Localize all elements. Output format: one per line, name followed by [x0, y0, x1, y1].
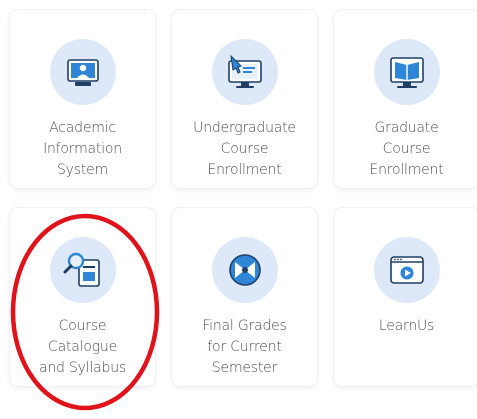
- tile-label-line: Final Grades: [202, 318, 287, 334]
- tile-label-line: Semester: [211, 360, 278, 376]
- tile-label: Course Catalogue and Syllabus: [14, 316, 151, 379]
- grade-circle-icon: [211, 237, 278, 303]
- tile-label-line: Graduate: [374, 120, 439, 136]
- tile-learnus[interactable]: LearnUs: [334, 208, 477, 386]
- tile-academic-information-system[interactable]: Academic Information System: [10, 10, 155, 188]
- tile-undergraduate-course-enrollment[interactable]: Undergraduate Course Enrollment: [172, 10, 317, 188]
- browser-play-icon: [373, 237, 440, 303]
- tile-label-line: LearnUs: [378, 318, 435, 334]
- tile-label-line: and Syllabus: [39, 360, 126, 376]
- tile-label-line: System: [56, 162, 108, 178]
- tile-course-catalogue-and-syllabus[interactable]: Course Catalogue and Syllabus: [10, 208, 155, 386]
- tile-label: Graduate Course Enrollment: [338, 118, 475, 181]
- tile-label-line: Academic: [49, 120, 116, 136]
- tile-label-line: Information: [43, 141, 122, 157]
- tile-label-line: Enrollment: [207, 162, 282, 178]
- tile-label-line: Undergraduate: [193, 120, 296, 136]
- tile-label-line: Enrollment: [369, 162, 444, 178]
- tile-label: LearnUs: [338, 316, 475, 337]
- tile-label-line: for Current: [207, 339, 282, 355]
- tile-label-line: Course: [58, 318, 107, 334]
- search-document-icon: [49, 237, 116, 303]
- tile-label-line: Course: [220, 141, 269, 157]
- tile-final-grades-for-current-semester[interactable]: Final Grades for Current Semester: [172, 208, 317, 386]
- tile-label: Undergraduate Course Enrollment: [176, 118, 313, 181]
- tile-label-line: Course: [382, 141, 431, 157]
- monitor-pointer-icon: [211, 39, 278, 105]
- monitor-book-icon: [373, 39, 440, 105]
- tile-label-line: Catalogue: [48, 339, 117, 355]
- menu-grid: Academic Information System Undergraduat…: [0, 0, 477, 419]
- tile-label: Final Grades for Current Semester: [176, 316, 313, 379]
- tile-graduate-course-enrollment[interactable]: Graduate Course Enrollment: [334, 10, 477, 188]
- computer-user-icon: [49, 39, 116, 105]
- tile-label: Academic Information System: [14, 118, 151, 181]
